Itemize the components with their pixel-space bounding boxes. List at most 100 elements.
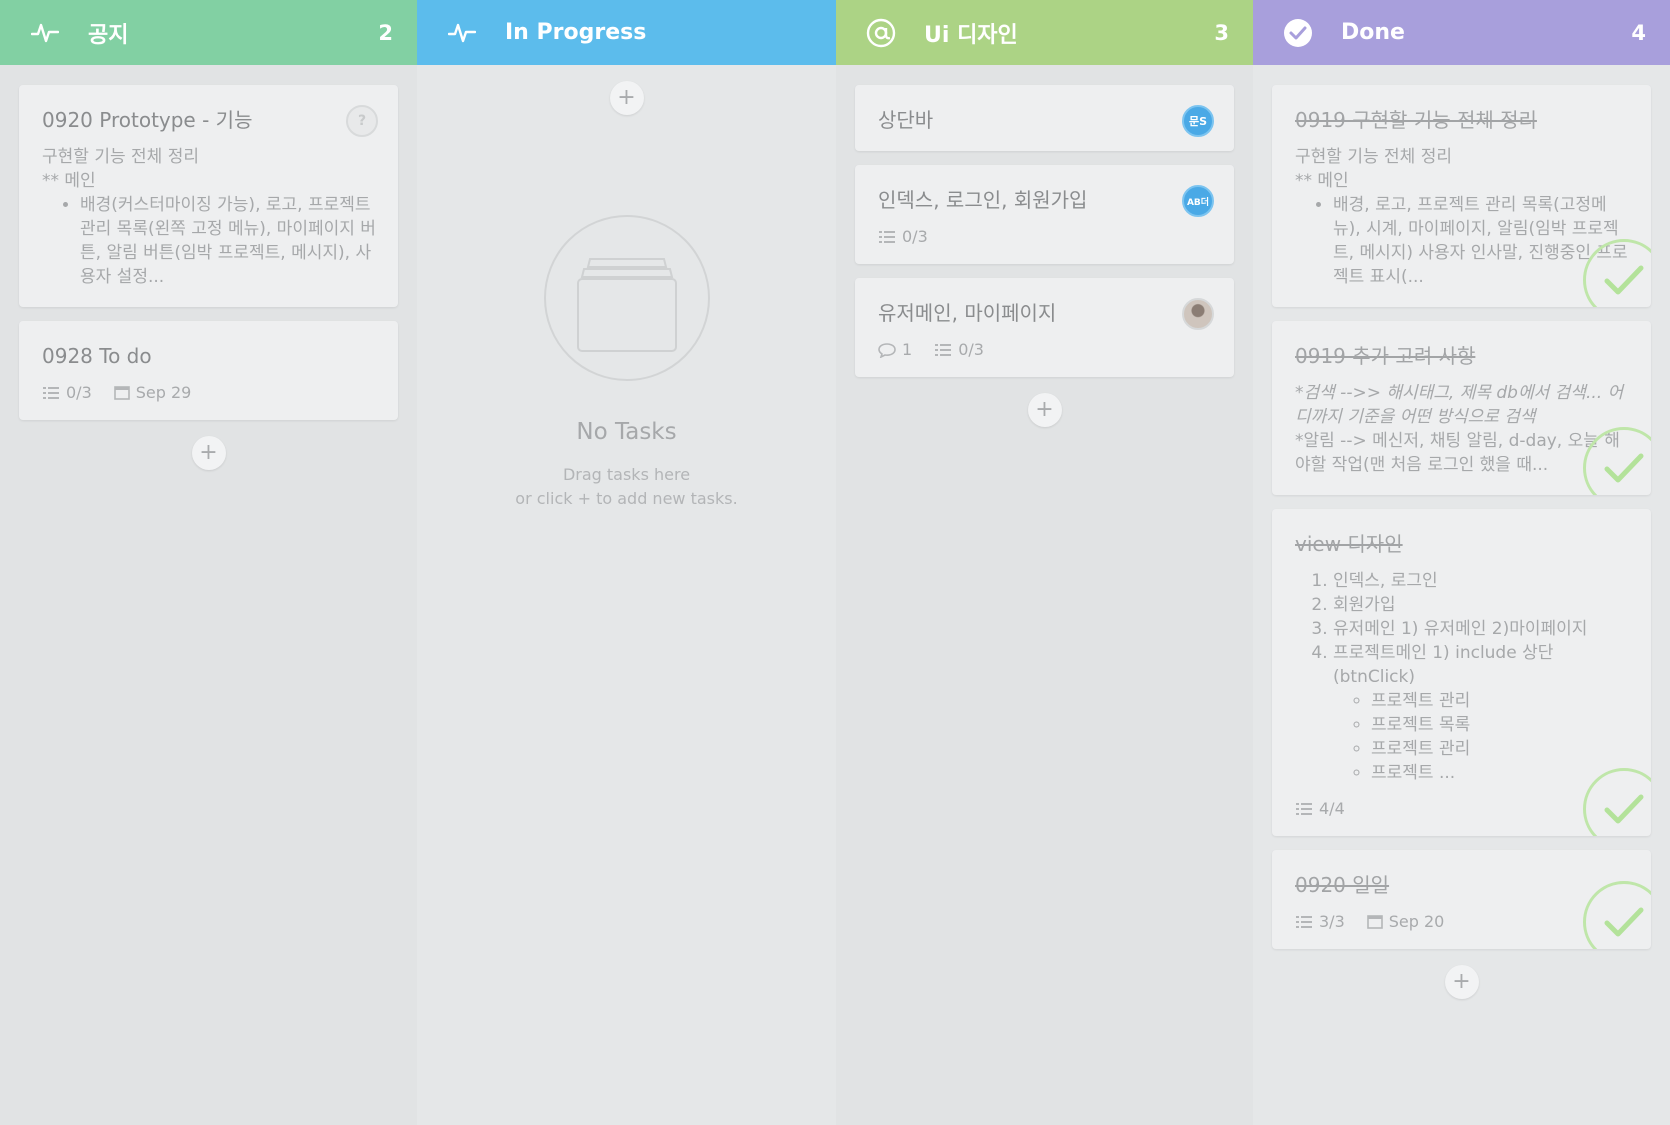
task-card[interactable]: 0928 To do 0/3 Sep 29	[19, 321, 398, 420]
avatar[interactable]: ?	[346, 105, 378, 137]
desc-subitem: 프로젝트 ...	[1371, 761, 1629, 785]
card-title: view 디자인	[1295, 532, 1403, 556]
column-count: 2	[378, 20, 393, 45]
column-ui-design: Ui 디자인 3 상단바 문S 인덱스, 로그인, 회원가입 AB더 0/3 유…	[836, 0, 1253, 1125]
checklist-meta: 0/3	[42, 383, 92, 402]
add-task-button[interactable]: +	[609, 81, 644, 115]
add-task-button[interactable]: +	[1444, 965, 1479, 999]
desc-subitem: 프로젝트 관리	[1371, 737, 1629, 761]
task-card[interactable]: 0919 추가 고려 사항 *검색 -->> 해시태그, 제목 db에서 검색.…	[1272, 321, 1651, 495]
calendar-icon	[1366, 915, 1383, 929]
desc-line: *알림 --> 메신저, 채팅 알림, d-day, 오늘 해야할 작업(맨 처…	[1295, 431, 1620, 475]
desc-item-text: 프로젝트메인 1) include 상단(btnClick)	[1333, 643, 1554, 687]
card-title: 0919 추가 고려 사항	[1295, 344, 1476, 368]
card-title: 0920 일일	[1295, 873, 1390, 897]
desc-item: 유저메인 1) 유저메인 2)마이페이지	[1333, 617, 1629, 641]
due-date: Sep 29	[135, 383, 192, 402]
kanban-board: 공지 2 0920 Prototype - 기능 ? 구현할 기능 전체 정리 …	[0, 0, 1670, 1125]
card-description: 구현할 기능 전체 정리 ** 메인 배경, 로고, 프로젝트 관리 목록(고정…	[1295, 145, 1629, 289]
column-title: Done	[1341, 20, 1405, 45]
checklist-meta: 0/3	[934, 340, 984, 359]
column-count: 4	[1631, 20, 1646, 45]
checklist-icon	[1296, 915, 1312, 928]
card-title: 0928 To do	[42, 344, 152, 368]
task-card[interactable]: 유저메인, 마이페이지 1 0/3	[855, 278, 1234, 377]
comment-icon	[878, 342, 896, 358]
column-in-progress: In Progress + No Tasks Drag tasks here o…	[417, 0, 836, 1125]
desc-item: 인덱스, 로그인	[1333, 569, 1629, 593]
card-title: 인덱스, 로그인, 회원가입	[878, 188, 1088, 212]
desc-item: 프로젝트메인 1) include 상단(btnClick) 프로젝트 관리 프…	[1333, 641, 1629, 785]
checklist-icon	[43, 386, 59, 399]
empty-title: No Tasks	[576, 419, 677, 445]
due-meta: Sep 29	[113, 383, 192, 402]
desc-line: 구현할 기능 전체 정리	[42, 147, 199, 167]
add-task-button[interactable]: +	[191, 436, 226, 470]
checklist-meta: 0/3	[878, 227, 928, 246]
desc-line: *검색 -->> 해시태그, 제목 db에서 검색... 어디까지 기준을 어떤…	[1295, 383, 1624, 427]
activity-icon	[447, 18, 477, 48]
empty-subtitle: Drag tasks here or click + to add new ta…	[417, 463, 836, 511]
avatar[interactable]	[1182, 298, 1214, 330]
task-card[interactable]: 0920 Prototype - 기능 ? 구현할 기능 전체 정리 ** 메인…	[19, 85, 398, 307]
due-meta: Sep 20	[1366, 912, 1445, 931]
card-title: 0919 구현할 기능 전체 정리	[1295, 108, 1537, 132]
empty-line: or click + to add new tasks.	[515, 489, 738, 508]
column-header[interactable]: In Progress	[417, 0, 836, 65]
card-meta: 0/3	[878, 227, 1212, 246]
column-title: Ui 디자인	[924, 22, 1018, 48]
avatar[interactable]: 문S	[1182, 105, 1214, 137]
check-circle-icon	[1283, 18, 1313, 48]
column-header[interactable]: Ui 디자인 3	[836, 0, 1253, 65]
checklist-count: 3/3	[1319, 912, 1345, 931]
checklist-count: 0/3	[902, 227, 928, 246]
task-card[interactable]: 인덱스, 로그인, 회원가입 AB더 0/3	[855, 165, 1234, 264]
desc-subitem: 프로젝트 관리	[1371, 689, 1629, 713]
card-description: 구현할 기능 전체 정리 ** 메인 배경(커스터마이징 가능), 로고, 프로…	[42, 145, 376, 289]
card-meta: 4/4	[1295, 799, 1629, 818]
task-card[interactable]: 0920 일일 3/3 Sep 20	[1272, 850, 1651, 949]
column-title: 공지	[88, 22, 129, 48]
add-task-button[interactable]: +	[1027, 393, 1062, 427]
comments-meta: 1	[878, 340, 912, 359]
checklist-meta: 3/3	[1295, 912, 1345, 931]
task-card[interactable]: 0919 구현할 기능 전체 정리 구현할 기능 전체 정리 ** 메인 배경,…	[1272, 85, 1651, 307]
empty-state: No Tasks Drag tasks here or click + to a…	[417, 215, 836, 511]
calendar-icon	[113, 386, 130, 400]
desc-subitem: 프로젝트 목록	[1371, 713, 1629, 737]
checklist-icon	[1296, 802, 1312, 815]
desc-line: ** 메인	[1295, 171, 1349, 191]
checklist-count: 4/4	[1319, 799, 1345, 818]
desc-line: ** 메인	[42, 171, 96, 191]
desc-item: 회원가입	[1333, 593, 1629, 617]
column-header[interactable]: Done 4	[1253, 0, 1670, 65]
card-title: 상단바	[878, 108, 934, 132]
checklist-count: 0/3	[66, 383, 92, 402]
column-done: Done 4 0919 구현할 기능 전체 정리 구현할 기능 전체 정리 **…	[1253, 0, 1670, 1125]
task-card[interactable]: 상단바 문S	[855, 85, 1234, 151]
checklist-icon	[935, 343, 952, 356]
checklist-meta: 4/4	[1295, 799, 1345, 818]
comment-count: 1	[902, 340, 913, 359]
empty-folder-icon	[543, 215, 710, 381]
card-description: 인덱스, 로그인 회원가입 유저메인 1) 유저메인 2)마이페이지 프로젝트메…	[1295, 569, 1629, 785]
column-title: In Progress	[505, 20, 647, 45]
card-meta: 3/3 Sep 20	[1295, 912, 1629, 931]
at-sign-icon	[866, 18, 896, 48]
column-header[interactable]: 공지 2	[0, 0, 417, 65]
checklist-icon	[879, 230, 895, 243]
activity-icon	[30, 18, 60, 48]
card-description: *검색 -->> 해시태그, 제목 db에서 검색... 어디까지 기준을 어떤…	[1295, 381, 1629, 477]
due-date: Sep 20	[1388, 912, 1445, 931]
empty-line: Drag tasks here	[562, 465, 691, 484]
column-count: 3	[1214, 20, 1229, 45]
task-card[interactable]: view 디자인 인덱스, 로그인 회원가입 유저메인 1) 유저메인 2)마이…	[1272, 509, 1651, 836]
card-title: 0920 Prototype - 기능	[42, 108, 253, 132]
column-notice: 공지 2 0920 Prototype - 기능 ? 구현할 기능 전체 정리 …	[0, 0, 417, 1125]
checklist-count: 0/3	[958, 340, 984, 359]
card-meta: 0/3 Sep 29	[42, 383, 376, 402]
avatar[interactable]: AB더	[1182, 185, 1214, 217]
card-meta: 1 0/3	[878, 340, 1212, 359]
desc-line: 구현할 기능 전체 정리	[1295, 147, 1452, 167]
desc-bullet: 배경(커스터마이징 가능), 로고, 프로젝트 관리 목록(왼쪽 고정 메뉴),…	[80, 193, 376, 289]
